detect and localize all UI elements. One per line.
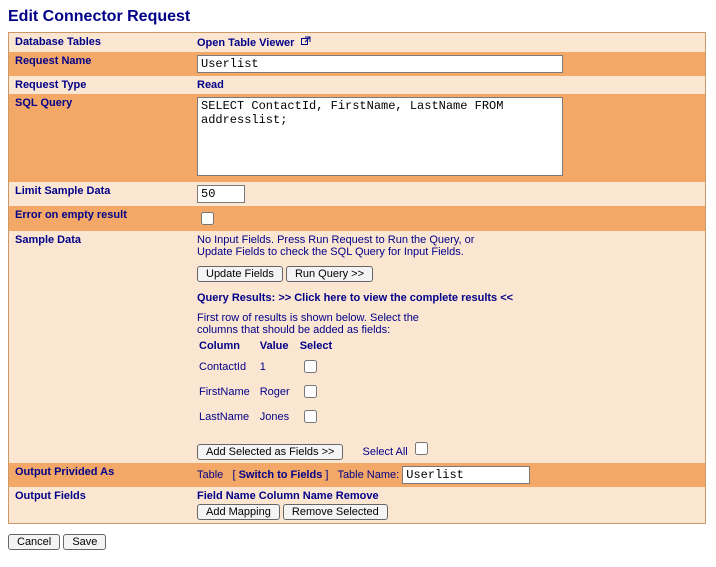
label-limit-sample: Limit Sample Data [9, 182, 192, 206]
grid-cell-value: Jones [258, 404, 298, 429]
switch-to-fields-link[interactable]: Switch to Fields [239, 469, 323, 481]
grid-row-checkbox[interactable] [304, 385, 317, 398]
grid-row: LastName Jones [197, 404, 340, 429]
sql-query-textarea[interactable]: SELECT ContactId, FirstName, LastName FR… [197, 97, 563, 176]
grid-header-select: Select [298, 338, 340, 354]
grid-header-value: Value [258, 338, 298, 354]
error-empty-checkbox[interactable] [201, 212, 214, 225]
row-output-fields: Output Fields Field Name Column Name Rem… [9, 487, 706, 524]
view-complete-results-link[interactable]: >> Click here to view the complete resul… [278, 292, 513, 304]
results-grid: Column Value Select ContactId 1 FirstNam… [197, 338, 340, 429]
label-database-tables: Database Tables [9, 33, 192, 53]
row-output-provided: Output Privided As Table [ Switch to Fie… [9, 463, 706, 487]
grid-cell-column: LastName [197, 404, 258, 429]
add-mapping-button[interactable]: Add Mapping [197, 504, 280, 520]
open-table-viewer-text: Open Table Viewer [197, 37, 294, 49]
row-request-type: Request Type Read [9, 76, 706, 94]
label-sql-query: SQL Query [9, 94, 192, 182]
label-request-name: Request Name [9, 52, 192, 76]
cancel-button[interactable]: Cancel [8, 534, 60, 550]
grid-cell-column: FirstName [197, 379, 258, 404]
grid-cell-column: ContactId [197, 354, 258, 379]
grid-row: FirstName Roger [197, 379, 340, 404]
row-sample-data: Sample Data No Input Fields. Press Run R… [9, 231, 706, 463]
no-input-text-2: Update Fields to check the SQL Query for… [197, 246, 699, 258]
query-results-heading: Query Results: [197, 292, 275, 304]
run-query-button[interactable]: Run Query >> [286, 266, 373, 282]
results-hint-2: columns that should be added as fields: [197, 324, 699, 336]
row-limit-sample: Limit Sample Data [9, 182, 706, 206]
open-table-viewer-link[interactable]: Open Table Viewer [197, 37, 311, 49]
add-selected-as-fields-button[interactable]: Add Selected as Fields >> [197, 444, 343, 460]
grid-cell-value: Roger [258, 379, 298, 404]
grid-row-checkbox[interactable] [304, 410, 317, 423]
table-name-label: Table Name: [337, 469, 399, 481]
request-type-value: Read [197, 79, 224, 91]
label-output-fields: Output Fields [9, 487, 192, 524]
label-sample-data: Sample Data [9, 231, 192, 463]
select-all-label: Select All [362, 446, 407, 458]
update-fields-button[interactable]: Update Fields [197, 266, 283, 282]
limit-sample-input[interactable] [197, 185, 245, 203]
label-request-type: Request Type [9, 76, 192, 94]
grid-row-checkbox[interactable] [304, 360, 317, 373]
output-table-word: Table [197, 469, 223, 481]
row-request-name: Request Name [9, 52, 706, 76]
no-input-text-1: No Input Fields. Press Run Request to Ru… [197, 234, 699, 246]
output-fields-h3: Remove [336, 490, 379, 502]
request-name-input[interactable] [197, 55, 563, 73]
remove-selected-button[interactable]: Remove Selected [283, 504, 388, 520]
grid-cell-value: 1 [258, 354, 298, 379]
select-all-checkbox[interactable] [415, 442, 428, 455]
external-link-icon [301, 36, 311, 49]
output-fields-h2: Column Name [259, 490, 333, 502]
results-hint-1: First row of results is shown below. Sel… [197, 312, 699, 324]
label-output-provided: Output Privided As [9, 463, 192, 487]
bracket-close: ] [325, 469, 328, 481]
bracket-open: [ [232, 469, 235, 481]
page-title: Edit Connector Request [8, 8, 708, 26]
form-table: Database Tables Open Table Viewer Reques… [8, 32, 706, 524]
row-database-tables: Database Tables Open Table Viewer [9, 33, 706, 53]
table-name-input[interactable] [402, 466, 530, 484]
save-button[interactable]: Save [63, 534, 106, 550]
footer-buttons: Cancel Save [8, 534, 708, 550]
row-error-empty: Error on empty result [9, 206, 706, 231]
output-fields-h1: Field Name [197, 490, 256, 502]
grid-row: ContactId 1 [197, 354, 340, 379]
label-error-empty: Error on empty result [9, 206, 192, 231]
row-sql-query: SQL Query SELECT ContactId, FirstName, L… [9, 94, 706, 182]
grid-header-column: Column [197, 338, 258, 354]
